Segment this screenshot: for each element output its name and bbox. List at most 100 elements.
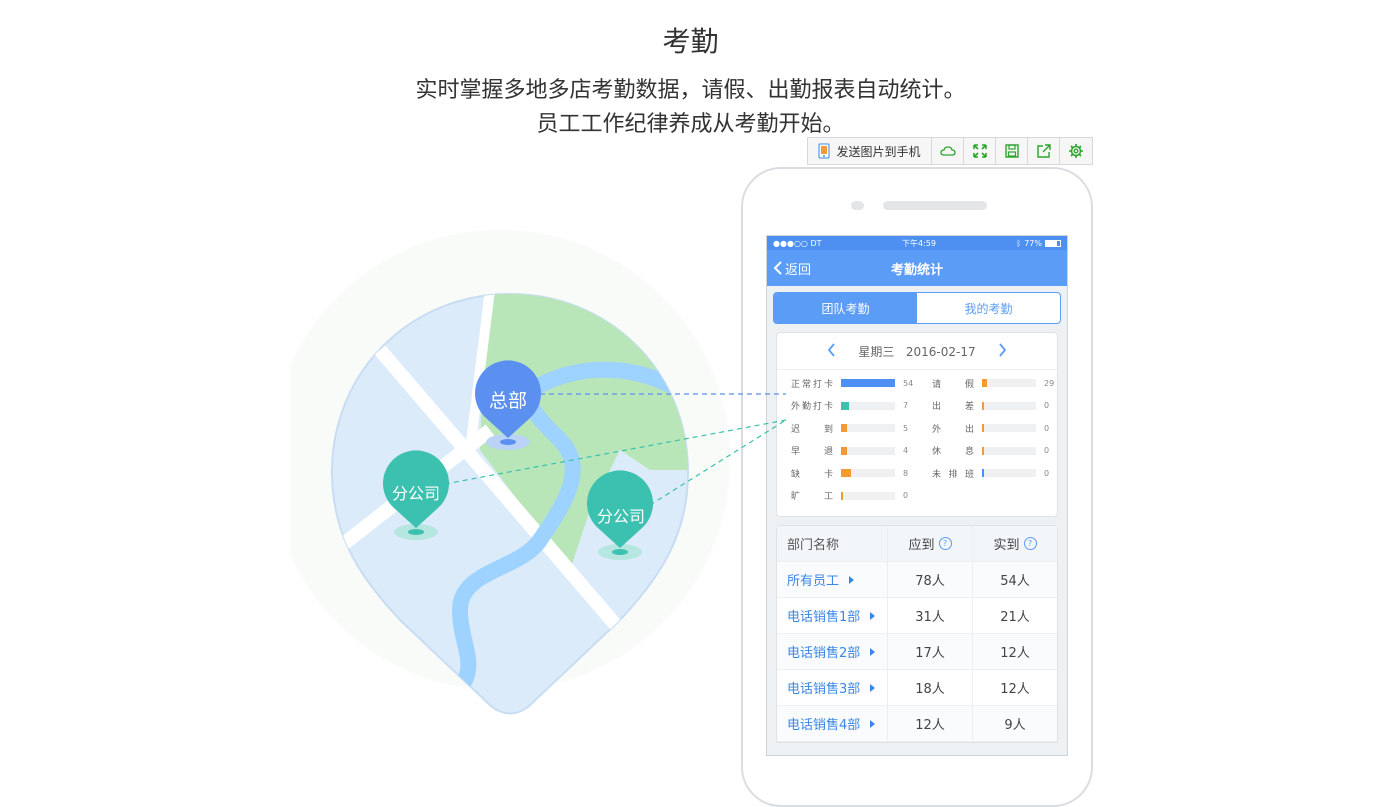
stat-bar	[841, 469, 895, 477]
settings-button[interactable]	[1060, 138, 1092, 164]
phone-speaker	[883, 201, 987, 210]
subtitle-line-1: 实时掌握多地多店考勤数据，请假、出勤报表自动统计。	[415, 78, 966, 103]
help-icon[interactable]: ?	[1023, 537, 1037, 550]
stat-value: 54	[903, 378, 914, 388]
stat-bar-fill	[841, 491, 843, 500]
header-dept: 部门名称	[777, 526, 888, 561]
prev-day-button[interactable]	[827, 342, 836, 361]
table-row[interactable]: 电话销售1部 31人 21人	[777, 598, 1057, 634]
tab-team-attendance[interactable]: 团队考勤	[774, 293, 917, 323]
table-header: 部门名称 应到? 实到?	[777, 526, 1057, 562]
caret-right-icon	[870, 647, 876, 656]
stat-label: 迟到	[791, 424, 833, 435]
expected-cell: 17人	[888, 634, 973, 669]
dept-name-link[interactable]: 电话销售3部	[777, 670, 888, 705]
stat-row: 早退 4	[791, 445, 908, 457]
stat-label: 未排班	[932, 469, 974, 480]
phone-screen: ●●●○○ DT 下午4:59 ᛒ 77% 返回 考勤统计 团队考勤 我的考勤 …	[766, 235, 1068, 756]
image-toolbar: 发送图片到手机	[807, 137, 1093, 165]
stat-bar-fill	[982, 379, 988, 387]
stat-value: 0	[1044, 446, 1050, 455]
stat-bar	[841, 401, 895, 410]
weekday-text: 星期三	[858, 344, 895, 359]
dept-name-link[interactable]: 电话销售2部	[777, 634, 888, 669]
back-button[interactable]: 返回	[773, 259, 811, 278]
stat-bar-fill	[841, 379, 895, 387]
stat-row: 缺卡 8	[791, 467, 909, 480]
stat-label: 出差	[932, 402, 974, 412]
share-icon	[1036, 144, 1051, 158]
stat-row: 未排班 0	[932, 467, 1050, 480]
stat-row: 外出 0	[932, 422, 1049, 435]
gear-icon	[1069, 144, 1083, 158]
save-icon	[1004, 144, 1019, 158]
branch1-label: 分公司	[391, 484, 440, 503]
actual-cell: 12人	[1000, 646, 1030, 661]
send-to-phone-label: 发送图片到手机	[836, 144, 921, 159]
actual-cell: 12人	[1000, 682, 1030, 697]
stat-bar-fill	[841, 401, 850, 410]
header-expected: 应到?	[888, 526, 973, 561]
caret-right-icon	[849, 575, 855, 584]
stat-bar-fill	[982, 446, 984, 455]
help-icon[interactable]: ?	[938, 537, 952, 550]
stat-row: 请假 29	[932, 377, 1054, 390]
stat-row: 出差 0	[932, 400, 1049, 412]
chevron-left-icon	[773, 261, 782, 275]
stat-bar	[841, 424, 895, 432]
send-to-phone-button[interactable]: 发送图片到手机	[808, 138, 932, 164]
hq-label: 总部	[488, 390, 527, 412]
stat-bar	[841, 491, 895, 500]
stat-row: 正常打卡 54	[791, 377, 914, 390]
table-row[interactable]: 电话销售4部 12人 9人	[777, 706, 1057, 742]
phone-send-icon	[818, 143, 830, 159]
tab-my-attendance[interactable]: 我的考勤	[917, 293, 1060, 323]
stat-value: 8	[903, 468, 909, 478]
stat-row: 外勤打卡 7	[791, 400, 908, 412]
table-row[interactable]: 所有员工 78人 54人	[777, 562, 1057, 598]
stat-bar-fill	[982, 469, 984, 477]
actual-cell: 9人	[1004, 718, 1026, 733]
stat-bar-fill	[841, 424, 848, 432]
nav-title: 考勤统计	[890, 262, 943, 278]
date-display: 星期三 2016-02-17	[858, 343, 975, 360]
fullscreen-button[interactable]	[964, 138, 996, 164]
stat-value: 5	[903, 423, 909, 433]
stat-bar	[982, 469, 1036, 477]
cloud-button[interactable]	[932, 138, 964, 164]
stat-bar-fill	[841, 469, 851, 477]
segment-control: 团队考勤 我的考勤	[773, 292, 1061, 324]
battery-indicator: ᛒ 77%	[1016, 239, 1061, 248]
dept-name-link[interactable]: 电话销售4部	[777, 706, 888, 741]
expected-cell: 31人	[888, 598, 973, 633]
stat-row: 旷工 0	[791, 490, 908, 502]
table-row[interactable]: 电话销售3部 18人 12人	[777, 670, 1057, 706]
status-time: 下午4:59	[901, 238, 936, 248]
stat-bar-fill	[982, 424, 984, 432]
stat-value: 0	[1044, 401, 1050, 410]
header-actual: 实到?	[973, 526, 1057, 561]
stat-row: 休息 0	[932, 445, 1049, 457]
stat-label: 旷工	[791, 492, 833, 502]
stat-value: 0	[1044, 468, 1050, 478]
stat-label: 外出	[932, 424, 974, 435]
dept-name-link[interactable]: 所有员工	[777, 562, 888, 597]
next-day-button[interactable]	[998, 342, 1007, 361]
save-button[interactable]	[996, 138, 1028, 164]
cloud-icon	[939, 146, 956, 156]
share-button[interactable]	[1028, 138, 1060, 164]
stat-label: 缺卡	[791, 469, 833, 480]
caret-right-icon	[870, 683, 876, 692]
caret-right-icon	[870, 611, 876, 620]
table-row[interactable]: 电话销售2部 17人 12人	[777, 634, 1057, 670]
dept-name-link[interactable]: 电话销售1部	[777, 598, 888, 633]
phone-camera	[851, 201, 864, 210]
expand-icon	[972, 144, 987, 158]
stat-value: 4	[903, 446, 909, 455]
expected-cell: 12人	[888, 706, 973, 741]
page-subtitle: 实时掌握多地多店考勤数据，请假、出勤报表自动统计。 员工工作纪律养成从考勤开始。	[0, 74, 1381, 142]
expected-cell: 18人	[888, 670, 973, 705]
back-label: 返回	[785, 262, 812, 278]
stats-card: 星期三 2016-02-17 正常打卡 54 外勤打卡 7 迟到 5 早退 4 缺卡 8 旷工 0 请假…	[776, 332, 1058, 517]
battery-text: 77%	[1024, 238, 1042, 248]
